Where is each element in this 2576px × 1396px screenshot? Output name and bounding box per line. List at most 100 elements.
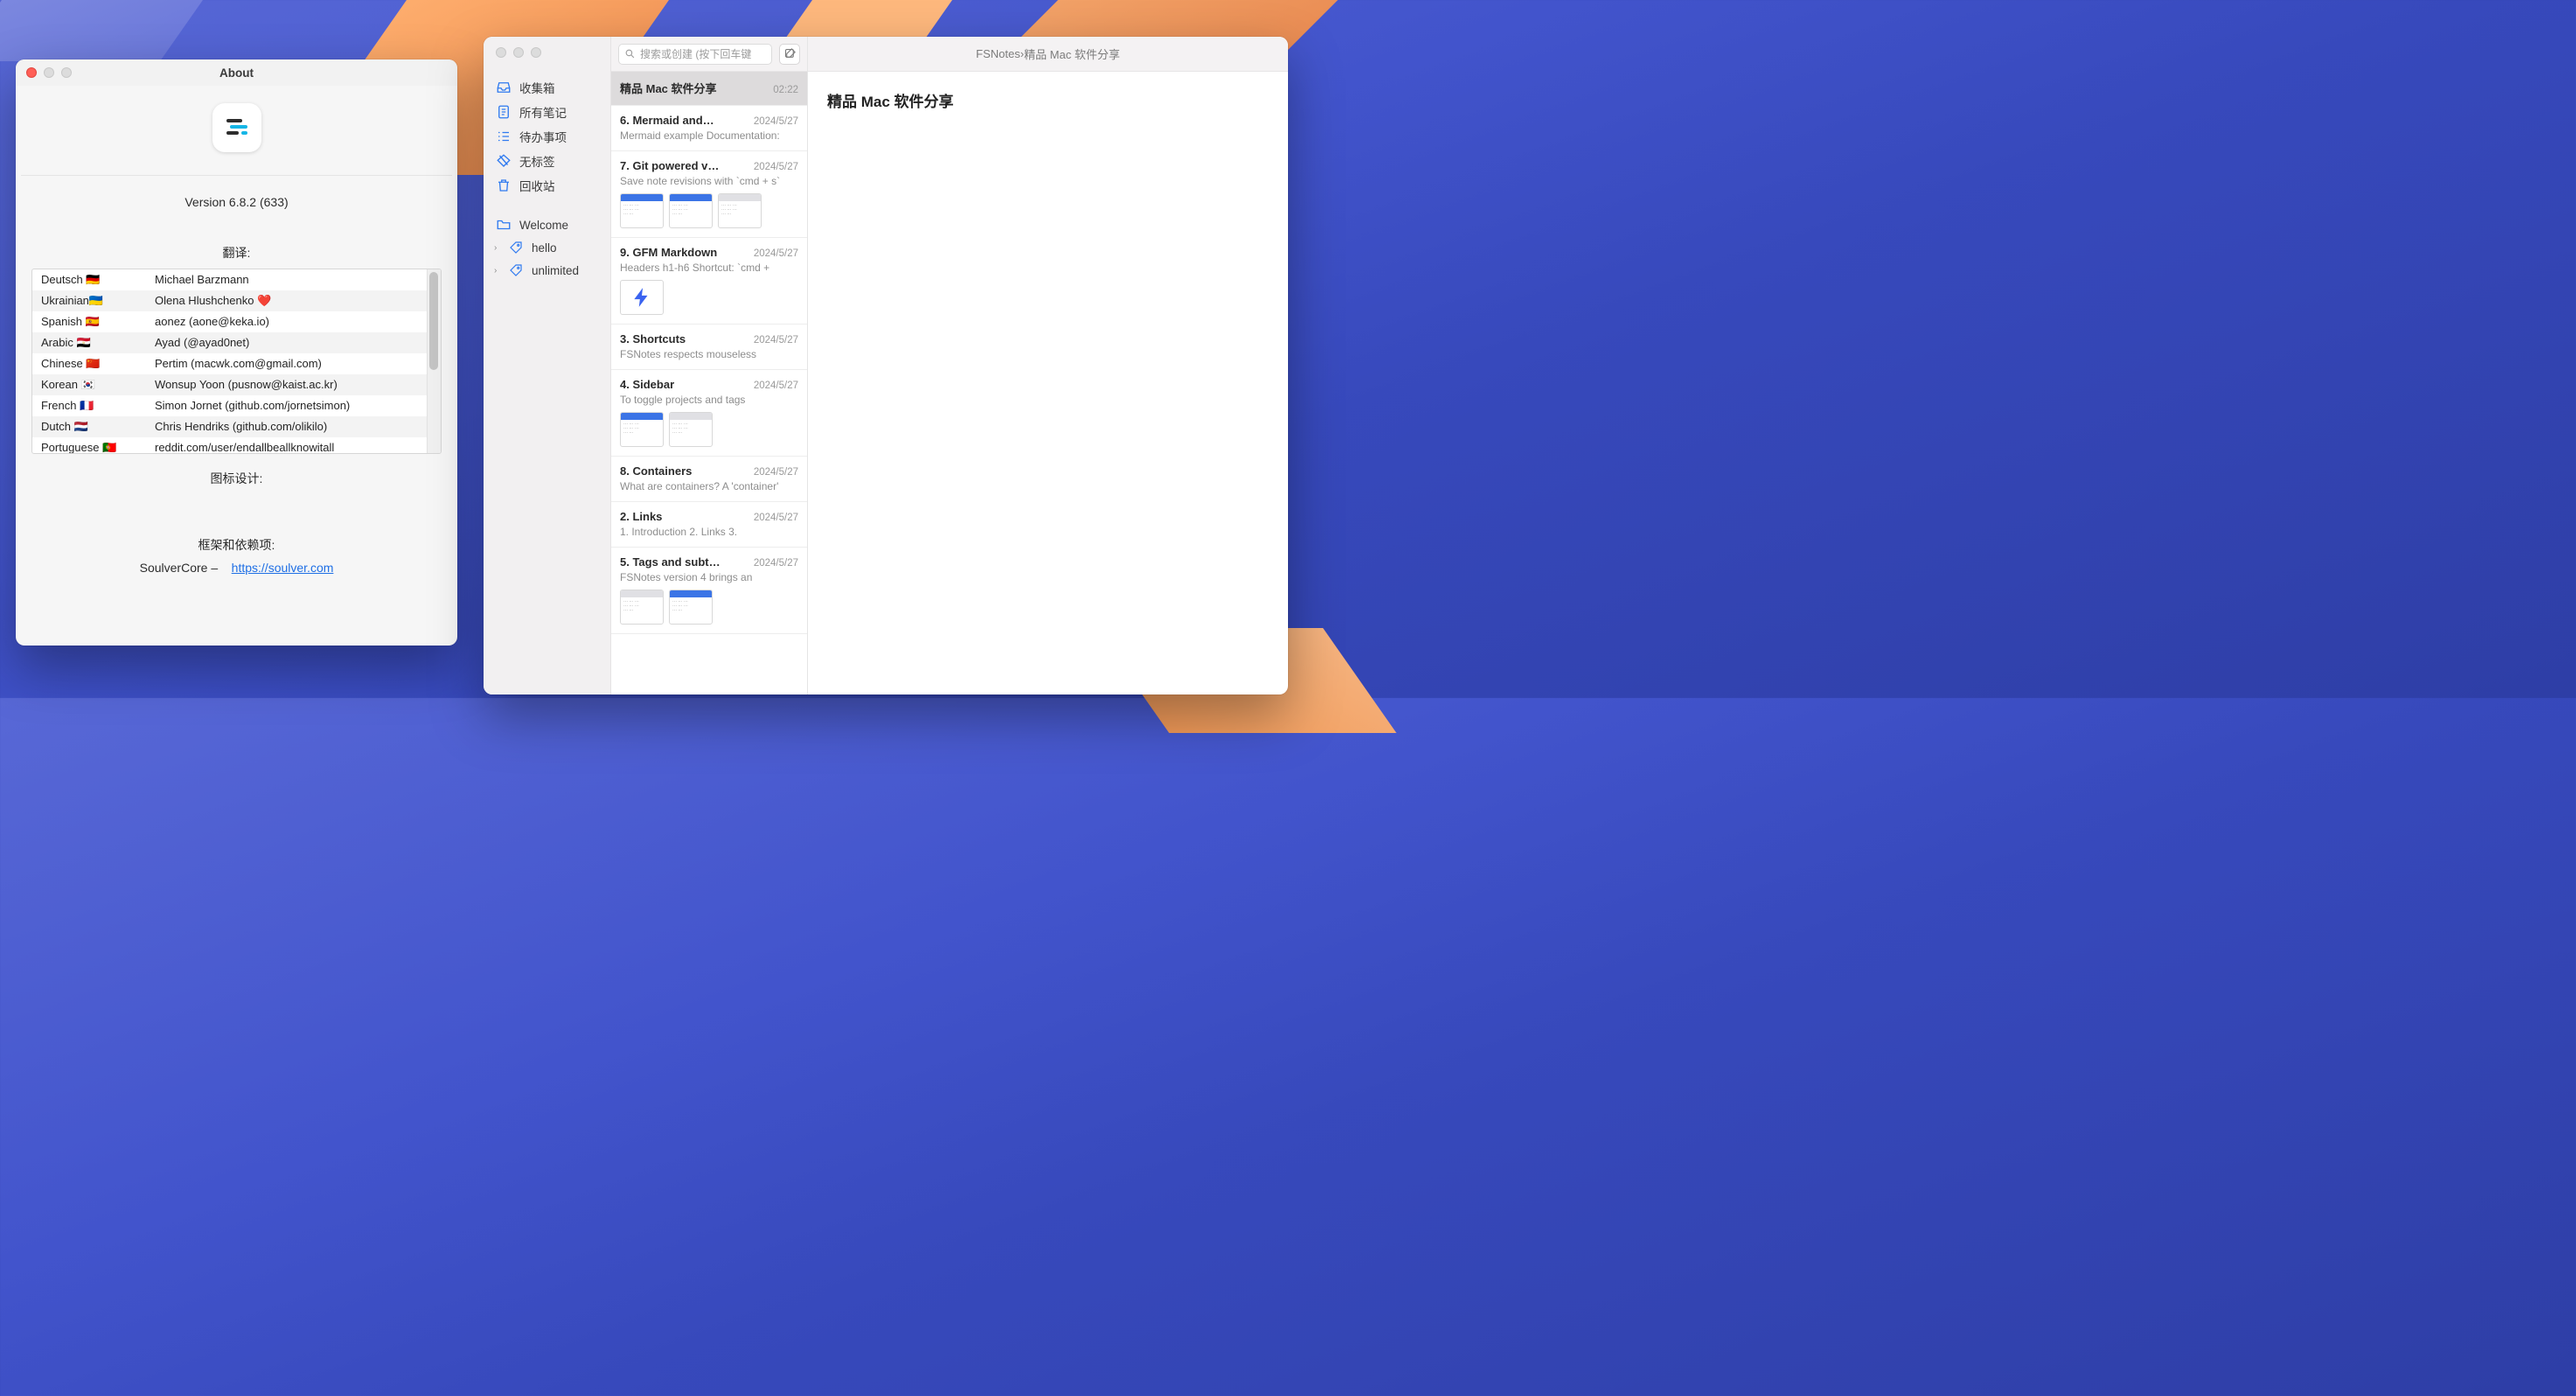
document-title: 精品 Mac 软件分享 bbox=[827, 89, 1269, 111]
translation-person: Simon Jornet (github.com/jornetsimon) bbox=[155, 399, 418, 413]
note-item[interactable]: 5. Tags and subt… 2024/5/27 FSNotes vers… bbox=[611, 548, 807, 634]
sidebar-label: Welcome bbox=[519, 219, 568, 232]
breadcrumb: FSNotes › 精品 Mac 软件分享 bbox=[808, 37, 1288, 72]
note-item[interactable]: 精品 Mac 软件分享 02:22 bbox=[611, 72, 807, 106]
note-item[interactable]: 8. Containers 2024/5/27 What are contain… bbox=[611, 457, 807, 502]
translation-language: French 🇫🇷 bbox=[41, 399, 155, 413]
note-item[interactable]: 9. GFM Markdown 2024/5/27 Headers h1-h6 … bbox=[611, 238, 807, 325]
scrollbar[interactable] bbox=[427, 269, 441, 453]
translation-person: Ayad (@ayad0net) bbox=[155, 336, 418, 350]
translation-language: Spanish 🇪🇸 bbox=[41, 315, 155, 329]
translation-row[interactable]: Portuguese 🇵🇹 reddit.com/user/endallbeal… bbox=[32, 437, 427, 454]
note-snippet: FSNotes respects mouseless bbox=[620, 348, 798, 360]
frameworks-label: 框架和依赖项: bbox=[16, 536, 457, 554]
editor-document[interactable]: 精品 Mac 软件分享 bbox=[808, 72, 1288, 129]
translation-row[interactable]: French 🇫🇷 Simon Jornet (github.com/jorne… bbox=[32, 395, 427, 416]
translation-row[interactable]: Arabic 🇪🇬 Ayad (@ayad0net) bbox=[32, 332, 427, 353]
translation-person: Pertim (macwk.com@gmail.com) bbox=[155, 357, 418, 371]
translation-row[interactable]: Deutsch 🇩🇪 Michael Barzmann bbox=[32, 269, 427, 290]
note-item[interactable]: 7. Git powered v… 2024/5/27 Save note re… bbox=[611, 151, 807, 238]
window-controls bbox=[496, 47, 541, 58]
translations-table[interactable]: Deutsch 🇩🇪 Michael BarzmannUkrainian🇺🇦 O… bbox=[31, 269, 442, 454]
icon-design-label: 图标设计: bbox=[16, 470, 457, 487]
note-item[interactable]: 2. Links 2024/5/27 1. Introduction 2. Li… bbox=[611, 502, 807, 548]
sidebar: 收集箱 所有笔记 待办事项 无标签 回收站 bbox=[484, 37, 611, 695]
list-toolbar: 搜索或创建 (按下回车键 bbox=[611, 37, 807, 72]
note-list[interactable]: 精品 Mac 软件分享 02:22 6. Mermaid and… 2024/5… bbox=[611, 72, 807, 695]
sidebar-item-welcome[interactable]: Welcome bbox=[489, 213, 605, 236]
note-item[interactable]: 3. Shortcuts 2024/5/27 FSNotes respects … bbox=[611, 325, 807, 370]
about-title: About bbox=[16, 66, 457, 80]
sidebar-item-inbox[interactable]: 收集箱 bbox=[489, 75, 605, 100]
about-titlebar: About bbox=[16, 59, 457, 86]
translations-label: 翻译: bbox=[16, 244, 457, 262]
translation-row[interactable]: Ukrainian🇺🇦 Olena Hlushchenko ❤️ bbox=[32, 290, 427, 311]
note-time: 2024/5/27 bbox=[754, 513, 798, 523]
note-thumbnail: ··· ··· ······ ··· ······ ··· bbox=[669, 412, 713, 447]
translation-language: Arabic 🇪🇬 bbox=[41, 336, 155, 350]
fsnotes-window: 收集箱 所有笔记 待办事项 无标签 回收站 bbox=[484, 37, 1288, 695]
note-thumbnail: ··· ··· ······ ··· ······ ··· bbox=[620, 412, 664, 447]
note-thumbnail bbox=[620, 280, 664, 315]
folder-icon bbox=[496, 217, 512, 233]
note-time: 2024/5/27 bbox=[754, 335, 798, 346]
zoom-icon[interactable] bbox=[531, 47, 541, 58]
note-thumbnail: ··· ··· ······ ··· ······ ··· bbox=[669, 590, 713, 625]
translation-language: Dutch 🇳🇱 bbox=[41, 420, 155, 434]
sidebar-item-untagged[interactable]: 无标签 bbox=[489, 149, 605, 173]
note-title: 3. Shortcuts bbox=[620, 332, 748, 346]
translation-person: aonez (aone@keka.io) bbox=[155, 315, 418, 329]
editor-pane: FSNotes › 精品 Mac 软件分享 精品 Mac 软件分享 bbox=[808, 37, 1288, 695]
sidebar-tag-unlimited[interactable]: › unlimited bbox=[489, 259, 605, 282]
note-title: 7. Git powered v… bbox=[620, 159, 748, 172]
note-time: 2024/5/27 bbox=[754, 116, 798, 127]
minimize-icon[interactable] bbox=[513, 47, 524, 58]
search-input[interactable]: 搜索或创建 (按下回车键 bbox=[618, 44, 772, 65]
inbox-icon bbox=[496, 80, 512, 95]
breadcrumb-app[interactable]: FSNotes bbox=[976, 47, 1020, 60]
note-title: 2. Links bbox=[620, 510, 748, 523]
note-item[interactable]: 4. Sidebar 2024/5/27 To toggle projects … bbox=[611, 370, 807, 457]
framework-row: SoulverCore – https://soulver.com bbox=[16, 561, 457, 575]
note-thumbnail: ··· ··· ······ ··· ······ ··· bbox=[718, 193, 762, 228]
note-time: 2024/5/27 bbox=[754, 467, 798, 478]
note-time: 2024/5/27 bbox=[754, 558, 798, 569]
translation-language: Korean 🇰🇷 bbox=[41, 378, 155, 392]
note-time: 2024/5/27 bbox=[754, 162, 798, 172]
translation-row[interactable]: Dutch 🇳🇱 Chris Hendriks (github.com/olik… bbox=[32, 416, 427, 437]
note-snippet: To toggle projects and tags bbox=[620, 394, 798, 406]
note-thumbnail: ··· ··· ······ ··· ······ ··· bbox=[669, 193, 713, 228]
compose-icon bbox=[783, 47, 797, 60]
todo-icon bbox=[496, 129, 512, 144]
sidebar-item-trash[interactable]: 回收站 bbox=[489, 173, 605, 198]
chevron-right-icon[interactable]: › bbox=[494, 243, 497, 253]
note-thumbnail: ··· ··· ······ ··· ······ ··· bbox=[620, 193, 664, 228]
new-note-button[interactable] bbox=[779, 44, 800, 65]
scrollbar-thumb[interactable] bbox=[429, 272, 438, 370]
sidebar-label: 收集箱 bbox=[519, 79, 555, 96]
translation-row[interactable]: Chinese 🇨🇳 Pertim (macwk.com@gmail.com) bbox=[32, 353, 427, 374]
note-snippet: FSNotes version 4 brings an bbox=[620, 571, 798, 583]
sidebar-tag-hello[interactable]: › hello bbox=[489, 236, 605, 259]
breadcrumb-note[interactable]: 精品 Mac 软件分享 bbox=[1024, 45, 1120, 62]
note-item[interactable]: 6. Mermaid and… 2024/5/27 Mermaid exampl… bbox=[611, 106, 807, 151]
tag-off-icon bbox=[496, 153, 512, 169]
framework-link[interactable]: https://soulver.com bbox=[232, 561, 334, 575]
note-snippet: Mermaid example Documentation: bbox=[620, 129, 798, 142]
note-time: 2024/5/27 bbox=[754, 380, 798, 391]
about-window: About Version 6.8.2 (633) 翻译: Deutsch 🇩🇪… bbox=[16, 59, 457, 646]
translation-row[interactable]: Korean 🇰🇷 Wonsup Yoon (pusnow@kaist.ac.k… bbox=[32, 374, 427, 395]
version-text: Version 6.8.2 (633) bbox=[16, 195, 457, 209]
note-title: 9. GFM Markdown bbox=[620, 246, 748, 259]
close-icon[interactable] bbox=[496, 47, 506, 58]
trash-icon bbox=[496, 178, 512, 193]
sidebar-item-todo[interactable]: 待办事项 bbox=[489, 124, 605, 149]
note-snippet: What are containers? A 'container' bbox=[620, 480, 798, 492]
note-snippet: Headers h1-h6 Shortcut: `cmd + bbox=[620, 262, 798, 274]
translation-row[interactable]: Spanish 🇪🇸 aonez (aone@keka.io) bbox=[32, 311, 427, 332]
notes-icon bbox=[496, 104, 512, 120]
framework-name: SoulverCore – bbox=[140, 561, 219, 575]
sidebar-label: 无标签 bbox=[519, 152, 555, 170]
sidebar-item-all-notes[interactable]: 所有笔记 bbox=[489, 100, 605, 124]
chevron-right-icon[interactable]: › bbox=[494, 266, 497, 276]
